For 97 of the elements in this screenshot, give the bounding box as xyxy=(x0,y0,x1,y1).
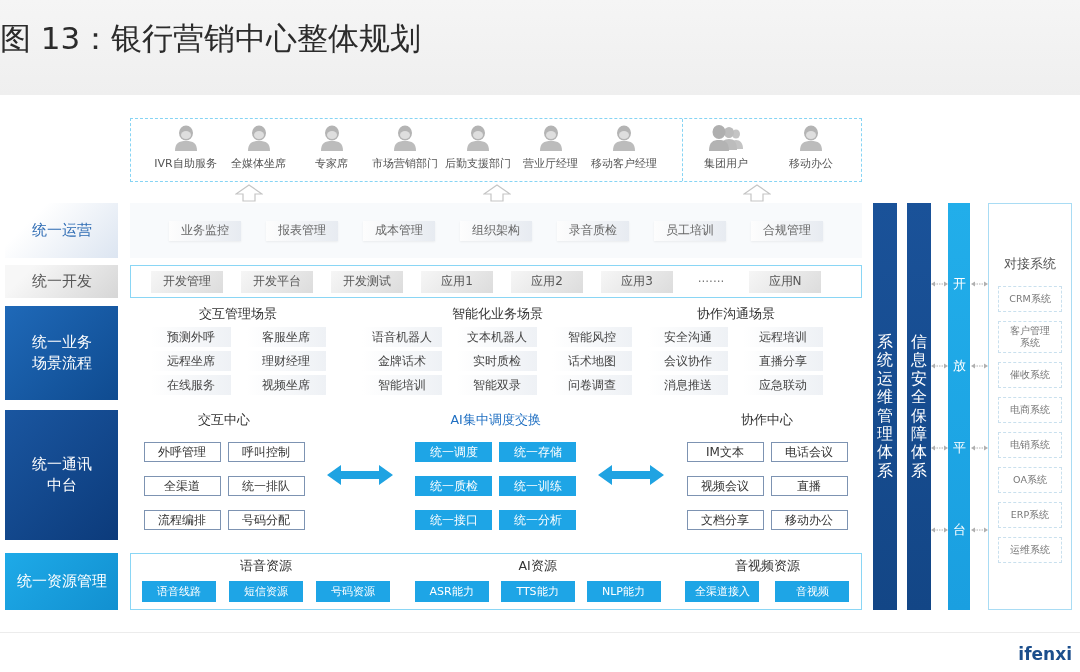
module-tile: 外呼管理 xyxy=(143,442,221,462)
layer-label: 统一资源管理 xyxy=(5,553,118,610)
system-tile: OA系统 xyxy=(998,467,1062,493)
double-arrow-icon xyxy=(970,526,988,533)
person-icon xyxy=(611,125,636,151)
function-tile: 合规管理 xyxy=(751,220,823,241)
user-label: 移动办公 xyxy=(788,157,833,171)
page-title: 图 13：银行营销中心整体规划 xyxy=(0,19,422,57)
function-tile: 应用N xyxy=(749,270,821,293)
group-heading: 交互管理场景 xyxy=(199,306,277,322)
module-tile: 号码分配 xyxy=(227,510,305,530)
person-icon xyxy=(246,125,271,151)
double-arrow-icon xyxy=(931,280,948,287)
resource-tile: ASR能力 xyxy=(414,581,489,602)
module-tile: 统一训练 xyxy=(499,476,576,496)
resource-tile: 全渠道接入 xyxy=(685,581,759,602)
person-icon xyxy=(392,125,417,151)
resource-tile: 号码资源 xyxy=(316,581,390,602)
person-icon xyxy=(173,125,198,151)
double-arrow-icon xyxy=(970,280,988,287)
module-tile: 电话会议 xyxy=(770,442,848,462)
resource-tile: 语音线路 xyxy=(142,581,216,602)
resource-tile: 短信资源 xyxy=(229,581,303,602)
user-label: 营业厅经理 xyxy=(523,157,578,171)
system-tile: 电销系统 xyxy=(998,432,1062,458)
module-tile: 统一调度 xyxy=(415,442,492,462)
module-tile: 直播 xyxy=(770,476,848,496)
system-tile: 运维系统 xyxy=(998,537,1062,563)
layer-label: 统一业务场景流程 xyxy=(5,306,118,400)
logo: ifenxi xyxy=(1018,644,1072,664)
double-arrow-icon xyxy=(931,526,948,533)
group-heading: 协作沟通场景 xyxy=(696,306,775,322)
system-tile: 催收系统 xyxy=(998,362,1062,388)
function-tile: 业务监控 xyxy=(169,220,241,241)
system-bar: 信息安全保障体系 xyxy=(907,203,931,610)
double-arrow-icon xyxy=(598,465,665,485)
ellipsis-text: ······· xyxy=(696,274,726,289)
system-tile: 电商系统 xyxy=(998,397,1062,423)
module-tile: 移动办公 xyxy=(770,510,848,530)
group-heading: 语音资源 xyxy=(240,558,292,574)
person-icon xyxy=(319,125,344,151)
module-tile: 文档分享 xyxy=(686,510,764,530)
group-heading: AI资源 xyxy=(518,558,557,574)
module-tile: 统一分析 xyxy=(499,510,576,530)
double-arrow-icon xyxy=(931,444,948,451)
module-tile: 全渠道 xyxy=(143,476,221,496)
user-label: 移动客户经理 xyxy=(590,157,657,171)
system-tile: ERP系统 xyxy=(998,502,1062,528)
function-tile: 成本管理 xyxy=(363,220,435,241)
double-arrow-icon xyxy=(931,362,948,369)
system-bar: 系统运维管理体系 xyxy=(873,203,897,610)
function-tile: 开发测试 xyxy=(331,270,403,293)
resource-tile: 音视频 xyxy=(775,581,849,602)
function-tile: 应用1 xyxy=(421,270,493,293)
function-tile: 开发管理 xyxy=(151,270,223,293)
system-tile: 客户管理系统 xyxy=(998,321,1062,353)
function-tile: 录音质检 xyxy=(557,220,629,241)
group-heading: AI集中调度交换 xyxy=(450,412,541,428)
function-tile: 报表管理 xyxy=(266,220,338,241)
double-arrow-icon xyxy=(326,465,393,485)
function-tile: 应用3 xyxy=(601,270,673,293)
module-tile: 呼叫控制 xyxy=(227,442,305,462)
person-icon xyxy=(538,125,563,151)
user-label: 集团用户 xyxy=(703,157,748,171)
module-tile: IM文本 xyxy=(686,442,764,462)
layer-label: 统一开发 xyxy=(5,265,118,298)
group-heading: 智能化业务场景 xyxy=(451,306,543,322)
panel-heading: 对接系统 xyxy=(1004,256,1056,272)
double-arrow-icon xyxy=(970,444,988,451)
person-icon xyxy=(465,125,490,151)
function-tile: 开发平台 xyxy=(241,270,313,293)
user-label: 市场营销部门 xyxy=(371,157,438,171)
user-label: IVR自助服务 xyxy=(154,157,217,171)
group-heading: 协作中心 xyxy=(741,412,793,428)
resource-tile: TTS能力 xyxy=(500,581,575,602)
system-bar: 开放平台 xyxy=(948,203,970,610)
layer-label: 统一运营 xyxy=(5,203,118,258)
function-tile: 应用2 xyxy=(511,270,583,293)
group-heading: 交互中心 xyxy=(198,412,250,428)
user-label: 全媒体坐席 xyxy=(231,157,286,171)
group-heading: 音视频资源 xyxy=(734,558,800,574)
user-label: 专家席 xyxy=(315,157,348,171)
system-tile: CRM系统 xyxy=(998,286,1062,312)
layer-label: 统一通讯中台 xyxy=(5,410,118,540)
user-label: 后勤支援部门 xyxy=(444,157,511,171)
module-tile: 统一质检 xyxy=(415,476,492,496)
module-tile: 流程编排 xyxy=(143,510,221,530)
module-tile: 统一接口 xyxy=(415,510,492,530)
module-tile: 统一排队 xyxy=(227,476,305,496)
double-arrow-icon xyxy=(970,362,988,369)
function-tile: 组织架构 xyxy=(460,220,532,241)
resource-tile: NLP能力 xyxy=(586,581,661,602)
person-icon xyxy=(798,125,823,151)
people-icon xyxy=(708,125,743,151)
module-tile: 统一存储 xyxy=(499,442,576,462)
module-tile: 视频会议 xyxy=(686,476,764,496)
function-tile: 员工培训 xyxy=(654,220,726,241)
